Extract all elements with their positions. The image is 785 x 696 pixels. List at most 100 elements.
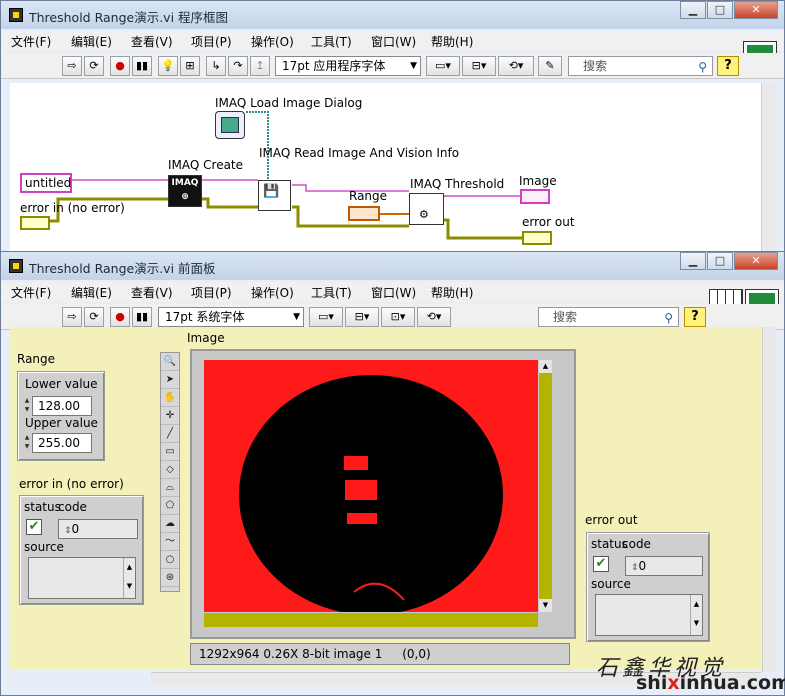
block-diagram-canvas[interactable]: IMAQ Load Image Dialog IMAQ Read Image A… — [10, 83, 774, 253]
diagram-window-title: Threshold Range演示.vi 程序框图 — [29, 10, 229, 25]
search-icon: ⚲ — [664, 311, 673, 325]
menu-tools[interactable]: 工具(T) — [301, 31, 361, 51]
run-continuously-icon[interactable]: ⟳ — [84, 56, 104, 76]
menu-view[interactable]: 查看(V) — [121, 282, 181, 302]
help-icon[interactable]: ? — [684, 307, 706, 327]
rotated-rect-tool-icon[interactable]: ◇ — [161, 461, 179, 479]
run-arrow-icon[interactable]: ⇨ — [62, 56, 82, 76]
menu-view[interactable]: 查看(V) — [121, 31, 181, 51]
close-button[interactable]: ✕ — [734, 1, 778, 19]
menu-edit[interactable]: 编辑(E) — [61, 282, 121, 302]
image-horizontal-scrollbar[interactable] — [204, 613, 538, 627]
range-cluster: Lower value ▲ ▼ 128.00 Upper value ▲ ▼ 255… — [17, 371, 105, 461]
search-input[interactable]: 搜索 ⚲ — [538, 307, 679, 327]
zoom-tool-icon[interactable]: 🔍 — [161, 353, 179, 371]
source-scrollbar[interactable]: ▲ ▼ — [690, 595, 702, 635]
menu-operate[interactable]: 操作(O) — [241, 31, 301, 51]
maximize-button[interactable]: □ — [707, 252, 733, 270]
untitled-string-constant[interactable]: untitled — [20, 173, 72, 193]
help-icon[interactable]: ? — [717, 56, 739, 76]
menu-file[interactable]: 文件(F) — [1, 282, 61, 302]
scroll-down-arrow[interactable]: ▼ — [539, 599, 552, 612]
menu-help[interactable]: 帮助(H) — [421, 282, 481, 302]
minimize-button[interactable]: ▁ — [680, 252, 706, 270]
menu-project[interactable]: 项目(P) — [181, 31, 241, 51]
rectangle-tool-icon[interactable]: ▭ — [161, 443, 179, 461]
upper-value-input[interactable]: 255.00 — [32, 433, 92, 453]
read-image-node[interactable]: 💾 — [258, 180, 291, 211]
menu-file[interactable]: 文件(F) — [1, 31, 61, 51]
align-objects-icon[interactable]: ▭▾ — [426, 56, 460, 76]
freehand-region-tool-icon[interactable]: ☁ — [161, 515, 179, 533]
pan-tool-icon[interactable]: ✋ — [161, 389, 179, 407]
run-arrow-icon[interactable]: ⇨ — [62, 307, 82, 327]
imaq-threshold-node[interactable]: ⚙ — [409, 193, 444, 225]
pointer-tool-icon[interactable]: ➤ — [161, 371, 179, 389]
run-continuously-icon[interactable]: ⟳ — [84, 307, 104, 327]
search-input[interactable]: 搜索 ⚲ — [568, 56, 713, 76]
oval-tool-icon[interactable]: ○ — [161, 551, 179, 569]
error-in-source-textbox[interactable]: ▲ ▼ — [28, 557, 136, 599]
minimize-button[interactable]: ▁ — [680, 1, 706, 19]
font-selector[interactable]: 17pt 系统字体 ▼ — [158, 307, 304, 327]
crosshair-tool-icon[interactable]: ✛ — [161, 407, 179, 425]
error-in-terminal[interactable] — [20, 216, 50, 230]
abort-icon[interactable]: ● — [110, 56, 130, 76]
image-indicator-terminal[interactable] — [520, 189, 550, 204]
step-out-icon[interactable]: ↥ — [250, 56, 270, 76]
error-in-code-input[interactable]: ⇕0 — [58, 519, 138, 539]
lower-value-input[interactable]: 128.00 — [32, 396, 92, 416]
image-display-frame: ▲ ▼ — [190, 349, 576, 639]
error-out-terminal[interactable] — [522, 231, 552, 245]
upper-value-increment[interactable]: ▲ ▼ — [24, 433, 30, 451]
image-vertical-scrollbar[interactable]: ▲ ▼ — [539, 360, 552, 612]
retain-wire-values-icon[interactable]: ⊞ — [180, 56, 200, 76]
step-into-icon[interactable]: ↳ — [206, 56, 226, 76]
image-display[interactable] — [204, 360, 538, 612]
panel-vertical-scrollbar[interactable] — [762, 327, 776, 672]
pause-icon[interactable]: ▮▮ — [132, 307, 152, 327]
distribute-objects-icon[interactable]: ⊟▾ — [462, 56, 496, 76]
error-out-source-textbox[interactable]: ▲ ▼ — [595, 594, 703, 636]
annulus-tool-icon[interactable]: ⌓ — [161, 479, 179, 497]
polygon-tool-icon[interactable]: ⬠ — [161, 497, 179, 515]
menu-edit[interactable]: 编辑(E) — [61, 31, 121, 51]
abort-icon[interactable]: ● — [110, 307, 130, 327]
clean-up-diagram-icon[interactable]: ✎ — [538, 56, 562, 76]
align-objects-icon[interactable]: ▭▾ — [309, 307, 343, 327]
freehand-line-tool-icon[interactable]: 〜 — [161, 533, 179, 551]
highlight-execution-icon[interactable]: 💡 — [158, 56, 178, 76]
image-tools-palette: 🔍 ➤ ✋ ✛ ╱ ▭ ◇ ⌓ ⬠ ☁ 〜 ○ ⊛ — [160, 352, 180, 592]
reorder-icon[interactable]: ⟲▾ — [417, 307, 451, 327]
error-in-code-label: code — [58, 500, 87, 514]
point-tool-icon[interactable]: ⊛ — [161, 569, 179, 587]
menu-tools[interactable]: 工具(T) — [301, 282, 361, 302]
menu-window[interactable]: 窗口(W) — [361, 282, 421, 302]
close-button[interactable]: ✕ — [734, 252, 778, 270]
resize-objects-icon[interactable]: ⊡▾ — [381, 307, 415, 327]
gear-icon: ⚙ — [419, 208, 429, 221]
load-image-dialog-node[interactable] — [215, 111, 245, 139]
menu-help[interactable]: 帮助(H) — [421, 31, 481, 51]
diagram-vertical-scrollbar[interactable] — [761, 83, 775, 253]
range-terminal[interactable] — [348, 206, 380, 221]
maximize-button[interactable]: □ — [707, 1, 733, 19]
error-in-status-checkbox[interactable]: ✔ — [26, 519, 42, 535]
imaq-create-node[interactable]: IMAQ ⊕ — [168, 175, 202, 207]
step-over-icon[interactable]: ↷ — [228, 56, 248, 76]
font-selector[interactable]: 17pt 应用程序字体 ▼ — [275, 56, 421, 76]
front-panel-canvas[interactable]: Range Lower value ▲ ▼ 128.00 Upper value … — [10, 327, 764, 669]
lower-value-increment[interactable]: ▲ ▼ — [24, 396, 30, 414]
reorder-icon[interactable]: ⟲▾ — [498, 56, 534, 76]
pause-icon[interactable]: ▮▮ — [132, 56, 152, 76]
thresholded-image — [239, 375, 503, 612]
error-out-label: error out — [522, 215, 575, 229]
source-scrollbar[interactable]: ▲ ▼ — [123, 558, 135, 598]
menu-operate[interactable]: 操作(O) — [241, 282, 301, 302]
scroll-up-arrow[interactable]: ▲ — [539, 360, 552, 373]
menu-project[interactable]: 项目(P) — [181, 282, 241, 302]
menu-window[interactable]: 窗口(W) — [361, 31, 421, 51]
error-in-source-label: source — [24, 540, 64, 554]
distribute-objects-icon[interactable]: ⊟▾ — [345, 307, 379, 327]
line-tool-icon[interactable]: ╱ — [161, 425, 179, 443]
